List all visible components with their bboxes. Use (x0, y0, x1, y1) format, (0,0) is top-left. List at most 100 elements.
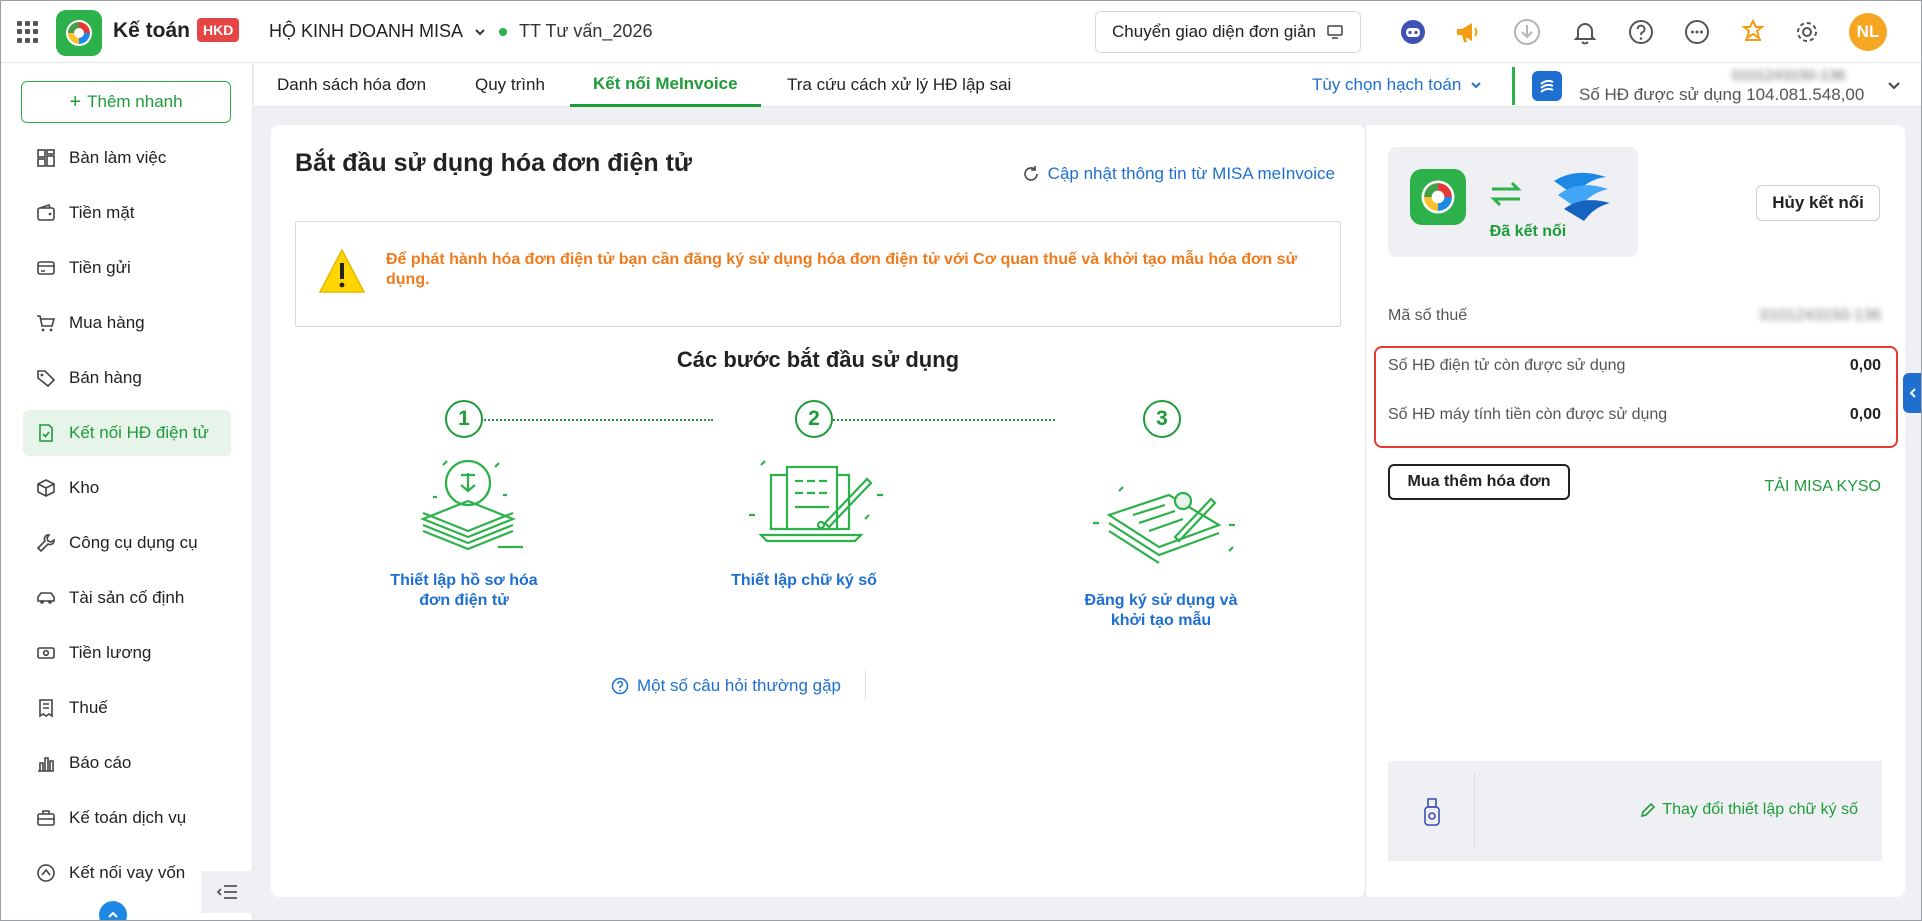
sidebar-item-label: Thuế (69, 698, 108, 717)
digital-signature-illustration (749, 460, 883, 543)
connected-label: Đã kết nối (1489, 223, 1567, 240)
chart-icon (35, 752, 57, 774)
avatar[interactable]: NL (1849, 13, 1887, 51)
sidebar-item-sales[interactable]: Bán hàng (23, 355, 231, 401)
collapse-menu-icon (216, 885, 237, 899)
sidebar-item-label: Bàn làm việc (69, 148, 167, 167)
sidebar-item-payroll[interactable]: Tiền lương (23, 630, 231, 676)
gift-icon[interactable] (1737, 16, 1769, 48)
chevron-down-icon[interactable] (1886, 77, 1902, 93)
sidebar-item-label: Tiền lương (69, 643, 152, 662)
warning-icon (318, 248, 366, 293)
tab-process[interactable]: Quy trình (452, 63, 568, 107)
step-number: 3 (1143, 400, 1181, 438)
invoices-used-text: Số HĐ được sử dụng 104.081.548,00 (1579, 85, 1865, 104)
refresh-icon (1023, 166, 1038, 181)
sidebar-item-accounting-service[interactable]: Kế toán dịch vụ (23, 795, 231, 841)
connection-status-box: Đã kết nối (1388, 147, 1638, 257)
sidebar-item-warehouse[interactable]: Kho (23, 465, 231, 511)
tab-meinvoice-connection[interactable]: Kết nối MeInvoice (570, 63, 761, 107)
warning-box: Để phát hành hóa đơn điện tử bạn cần đăn… (295, 221, 1341, 327)
accounting-option-label: Tùy chọn hạch toán (1312, 75, 1462, 94)
step-connector (453, 419, 713, 421)
sidebar-item-label: Kế toán dịch vụ (69, 808, 187, 827)
assistant-icon[interactable] (1397, 16, 1429, 48)
app-logo[interactable] (56, 10, 102, 56)
cash-icon (35, 642, 57, 664)
main-panel: Bắt đầu sử dụng hóa đơn điện tử Cập nhật… (271, 125, 1365, 897)
sidebar-item-purchase[interactable]: Mua hàng (23, 300, 231, 346)
company-selector[interactable]: HỘ KINH DOANH MISA (269, 21, 487, 42)
sidebar-item-tax[interactable]: Thuế (23, 685, 231, 731)
step-number: 2 (795, 400, 833, 438)
sidebar-item-tools[interactable]: Công cụ dụng cụ (23, 520, 231, 566)
bell-icon[interactable] (1569, 16, 1601, 48)
apps-grid-icon[interactable] (17, 21, 39, 43)
top-bar: Kế toán HKD HỘ KINH DOANH MISA TT Tư vấn… (1, 1, 1921, 63)
gear-icon[interactable] (1791, 16, 1823, 48)
chevron-left-icon (1909, 388, 1916, 398)
disconnect-button[interactable]: Hủy kết nối (1756, 185, 1880, 221)
refresh-link-label: Cập nhật thông tin từ MISA meInvoice (1047, 164, 1335, 183)
sidebar-item-cash[interactable]: Tiền mặt (23, 190, 231, 236)
chevron-down-icon (475, 28, 485, 35)
accounting-option-dropdown[interactable]: Tùy chọn hạch toán (1312, 75, 1483, 95)
download-kyso-link[interactable]: TẢI MISA KYSO (1765, 478, 1881, 496)
help-icon[interactable] (1625, 16, 1657, 48)
cash-register-remaining-label: Số HĐ máy tính tiền còn được sử dụng (1388, 406, 1668, 423)
page-title: Bắt đầu sử dụng hóa đơn điện tử (295, 149, 693, 177)
step-label[interactable]: Đăng ký sử dụng và khởi tạo mẫu (1071, 591, 1251, 631)
briefcase-icon (35, 807, 57, 829)
side-panel-toggle[interactable] (1903, 373, 1921, 413)
sidebar-item-dashboard[interactable]: Bàn làm việc (23, 135, 231, 181)
sidebar-item-reports[interactable]: Báo cáo (23, 740, 231, 786)
scroll-up-button[interactable] (99, 901, 127, 920)
quick-add-button[interactable]: + Thêm nhanh (21, 81, 231, 123)
more-icon[interactable] (1681, 16, 1713, 48)
change-signature-link[interactable]: Thay đổi thiết lập chữ ký số (1640, 801, 1858, 819)
period-selector[interactable]: TT Tư vấn_2026 (499, 21, 652, 42)
sidebar-item-label: Tài sản cố định (69, 588, 185, 607)
chevron-down-icon (1471, 82, 1482, 89)
help-circle-icon (611, 677, 629, 695)
wrench-icon (35, 532, 57, 554)
step-label[interactable]: Thiết lập chữ ký số (729, 571, 879, 591)
invoice-profile-illustration (420, 459, 523, 551)
faq-link[interactable]: Một số câu hỏi thường gặp (611, 676, 841, 696)
sidebar-item-einvoice[interactable]: Kết nối HĐ điện tử (23, 410, 231, 456)
einvoice-remaining-value: 0,00 (1849, 357, 1881, 374)
sidebar-item-fixed-assets[interactable]: Tài sản cố định (23, 575, 231, 621)
cart-icon (35, 312, 57, 334)
sidebar-item-loan[interactable]: Kết nối vay vốn (23, 850, 231, 896)
status-dot (499, 27, 507, 36)
einvoice-remaining-label: Số HĐ điện tử còn được sử dụng (1388, 357, 1626, 374)
buy-more-invoices-button[interactable]: Mua thêm hóa đơn (1388, 464, 1570, 500)
tab-invoice-list[interactable]: Danh sách hóa đơn (254, 63, 449, 107)
sidebar-nav: Bàn làm việc Tiền mặt Tiền gửi Mua hàng … (23, 135, 231, 905)
masked-tax-code: 0101243150-136 (1732, 67, 1846, 84)
sidebar-item-label: Bán hàng (69, 368, 142, 387)
switch-ui-label: Chuyển giao diện đơn giản (1112, 22, 1316, 41)
switch-ui-button[interactable]: Chuyển giao diện đơn giản (1095, 11, 1361, 53)
change-signature-label: Thay đổi thiết lập chữ ký số (1662, 801, 1858, 818)
collapse-sidebar-button[interactable] (201, 871, 253, 913)
company-name: HỘ KINH DOANH MISA (269, 21, 464, 41)
signature-settings-box: Thay đổi thiết lập chữ ký số (1388, 761, 1882, 861)
refresh-info-link[interactable]: Cập nhật thông tin từ MISA meInvoice (1022, 164, 1335, 184)
receipt-icon (35, 697, 57, 719)
sidebar-item-deposit[interactable]: Tiền gửi (23, 245, 231, 291)
connection-panel: Đã kết nối Hủy kết nối Mã số thuế 010124… (1365, 125, 1905, 897)
tab-error-lookup[interactable]: Tra cứu cách xử lý HĐ lập sai (764, 63, 1034, 107)
loan-icon (35, 862, 57, 884)
misa-logo (1410, 169, 1466, 225)
download-icon[interactable] (1511, 16, 1543, 48)
step-label[interactable]: Thiết lập hồ sơ hóa đơn điện tử (374, 571, 554, 611)
dashboard-icon (35, 147, 57, 169)
period-name: TT Tư vấn_2026 (519, 21, 653, 41)
plus-icon: + (69, 91, 82, 113)
step-number: 1 (445, 400, 483, 438)
megaphone-icon[interactable] (1451, 16, 1483, 48)
divider (1512, 67, 1515, 105)
meinvoice-logo (1554, 172, 1610, 221)
tag-icon (35, 367, 57, 389)
